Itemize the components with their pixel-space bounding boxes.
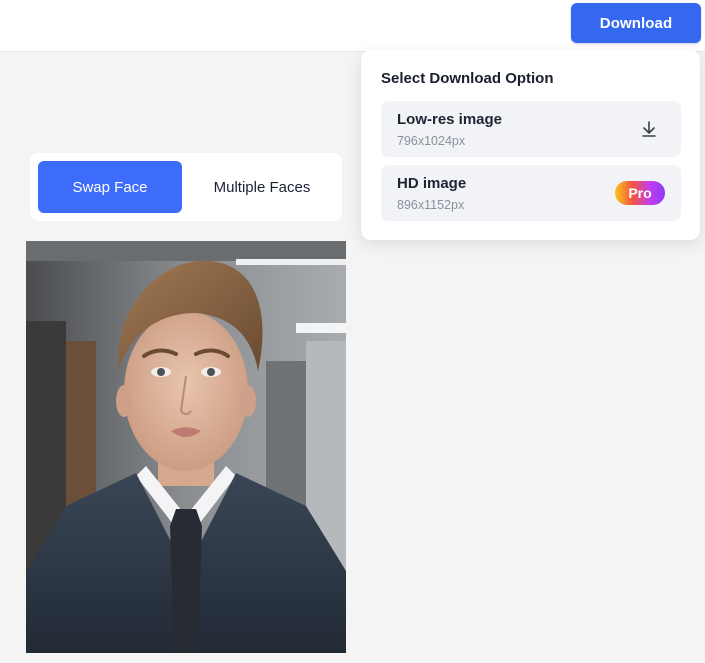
dropdown-title: Select Download Option <box>381 70 554 87</box>
option-name: Low-res image <box>397 111 503 128</box>
tab-swap-face[interactable]: Swap Face <box>38 161 182 213</box>
download-icon[interactable] <box>639 119 659 139</box>
download-button[interactable]: Download <box>571 3 701 43</box>
mode-tabs: Swap Face Multiple Faces <box>30 153 342 221</box>
option-size: 796x1024px <box>397 134 466 148</box>
top-bar: Download <box>0 0 705 52</box>
download-options-dropdown: Select Download Option Low-res image 796… <box>361 50 700 240</box>
option-low-res[interactable]: Low-res image 796x1024px <box>381 101 681 157</box>
tab-multiple-faces[interactable]: Multiple Faces <box>190 161 334 213</box>
option-name: HD image <box>397 175 467 192</box>
pro-badge: Pro <box>615 181 665 205</box>
option-hd[interactable]: HD image 896x1152px Pro <box>381 165 681 221</box>
portrait-image <box>26 241 346 653</box>
option-size: 896x1152px <box>397 198 465 212</box>
